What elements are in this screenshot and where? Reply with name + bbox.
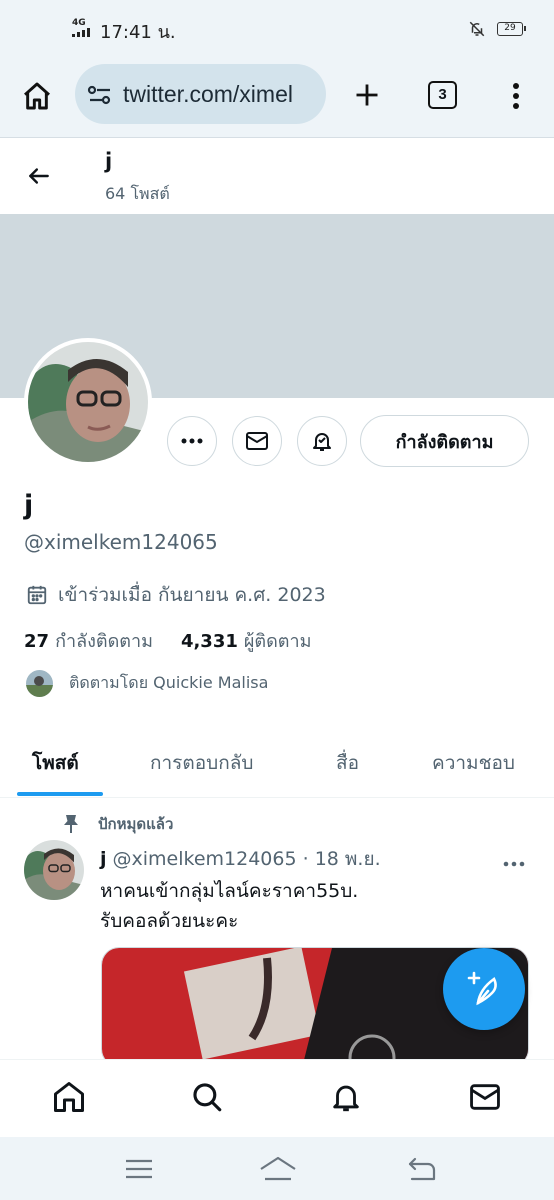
mail-icon[interactable]	[465, 1077, 505, 1117]
system-navigation-bar	[0, 1137, 554, 1200]
status-bar: 4G 17:41 น. 29	[0, 0, 554, 60]
address-bar[interactable]: twitter.com/ximel	[75, 64, 326, 124]
signal-icon: 4G	[72, 18, 98, 38]
profile-tabs: โพสต์ การตอบกลับ สื่อ ความชอบ	[0, 730, 554, 798]
following-count: 27	[24, 631, 50, 652]
following-label: กำลังติดตาม	[55, 631, 153, 652]
tab-posts[interactable]: โพสต์	[32, 748, 79, 778]
tweet-more-icon[interactable]	[503, 852, 525, 871]
browser-toolbar: twitter.com/ximel 3	[0, 60, 554, 138]
tweet-text: หาคนเข้ากลุ่มไลน์คะราคา55บ. รับคอลด้วยนะ…	[100, 876, 358, 936]
tweet-handle-date: @ximelkem124065 · 18 พ.ย.	[112, 848, 381, 870]
followed-by[interactable]: ติดตามโดย Quickie Malisa	[26, 670, 268, 697]
pin-icon	[64, 815, 78, 833]
tweet-text-line: รับคอลด้วยนะคะ	[100, 910, 239, 932]
followers-count: 4,331	[180, 631, 238, 652]
clock: 17:41 น.	[100, 22, 176, 43]
bell-icon[interactable]	[326, 1077, 366, 1117]
search-icon[interactable]	[187, 1077, 227, 1117]
battery-icon: 29	[497, 22, 526, 36]
system-home-icon[interactable]	[258, 1153, 298, 1185]
more-options-button[interactable]	[167, 416, 217, 466]
tab-media[interactable]: สื่อ	[336, 748, 359, 778]
more-vertical-icon[interactable]	[505, 78, 527, 114]
tweet-header: j @ximelkem124065 · 18 พ.ย.	[100, 844, 381, 874]
tab-replies[interactable]: การตอบกลับ	[150, 748, 253, 778]
profile-avatar[interactable]	[24, 338, 152, 466]
pinned-label: ปักหมุดแล้ว	[98, 815, 174, 833]
header-post-count: 64 โพสต์	[105, 184, 170, 203]
bell-check-icon	[313, 433, 331, 451]
system-back-icon[interactable]	[405, 1154, 439, 1184]
network-type: 4G	[72, 18, 86, 28]
new-tab-icon[interactable]	[350, 78, 384, 112]
tabs-button[interactable]: 3	[428, 81, 457, 109]
home-icon[interactable]	[49, 1077, 89, 1117]
active-tab-indicator	[17, 792, 103, 796]
joined-text: เข้าร่วมเมื่อ กันยายน ค.ศ. 2023	[58, 584, 326, 606]
tweet-author-avatar[interactable]	[24, 840, 84, 900]
tweet-text-line: หาคนเข้ากลุ่มไลน์คะราคา55บ.	[100, 880, 359, 902]
follower-avatar	[26, 670, 53, 697]
url-text: twitter.com/ximel	[123, 81, 293, 107]
back-arrow-icon[interactable]	[24, 161, 54, 191]
joined-date: เข้าร่วมเมื่อ กันยายน ค.ศ. 2023	[26, 580, 326, 610]
following-stat[interactable]: 27 กำลังติดตาม	[24, 626, 153, 655]
mute-notifications-icon	[468, 20, 486, 42]
followed-by-text: ติดตามโดย Quickie Malisa	[69, 673, 269, 692]
followers-label: ผู้ติดตาม	[243, 631, 312, 652]
profile-top-bar: j 64 โพสต์	[0, 139, 554, 214]
calendar-icon	[27, 585, 47, 605]
mail-icon	[246, 432, 268, 450]
following-button[interactable]: กำลังติดตาม	[360, 415, 529, 467]
feather-plus-icon	[467, 971, 497, 1006]
pinned-indicator: ปักหมุดแล้ว	[62, 812, 173, 836]
recent-apps-icon[interactable]	[121, 1155, 157, 1183]
header-display-name: j	[105, 149, 113, 173]
notifications-button[interactable]	[297, 416, 347, 466]
followers-stat[interactable]: 4,331 ผู้ติดตาม	[181, 626, 312, 655]
tab-likes[interactable]: ความชอบ	[432, 748, 515, 778]
site-settings-icon[interactable]	[87, 84, 113, 110]
profile-handle: @ximelkem124065	[24, 530, 218, 554]
message-button[interactable]	[232, 416, 282, 466]
home-icon[interactable]	[18, 78, 56, 114]
follow-stats: 27 กำลังติดตาม 4,331 ผู้ติดตาม	[24, 626, 311, 655]
profile-display-name: j	[24, 490, 34, 521]
bottom-navigation	[0, 1059, 554, 1137]
compose-post-button[interactable]	[443, 948, 525, 1030]
tweet-author-name[interactable]: j	[100, 848, 107, 870]
more-horizontal-icon	[181, 438, 203, 444]
